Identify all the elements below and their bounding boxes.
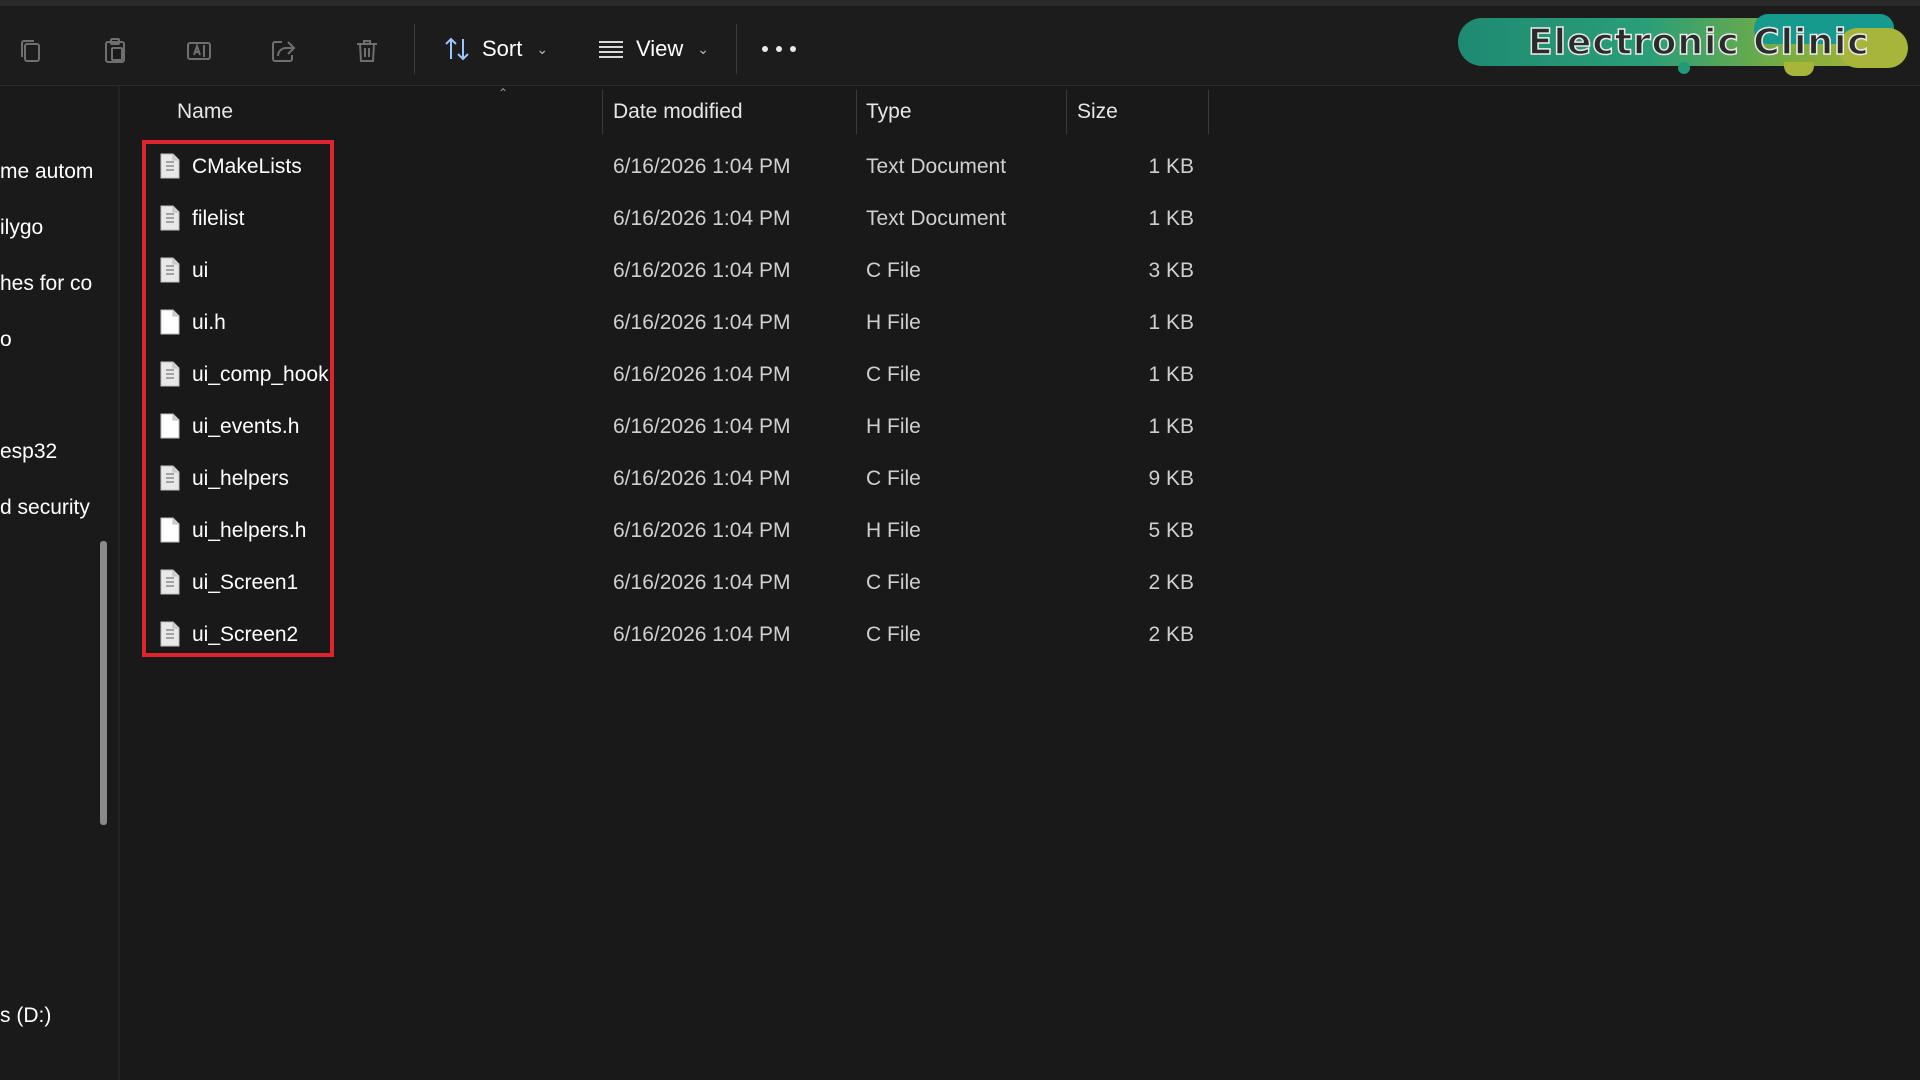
nav-item[interactable]: ilygo (0, 216, 43, 240)
file-size: 9 KB (1148, 467, 1194, 490)
file-type: C File (866, 571, 921, 594)
view-button[interactable]: View ⌄ (596, 32, 709, 66)
column-name[interactable]: Name (177, 100, 233, 124)
nav-item[interactable]: me autom (0, 160, 93, 184)
file-type: Text Document (866, 207, 1007, 230)
file-type: H File (866, 519, 921, 542)
column-date-modified[interactable]: Date modified (613, 100, 743, 124)
file-date-modified: 6/16/2026 1:04 PM (613, 519, 791, 542)
file-size: 1 KB (1148, 311, 1194, 334)
nav-item[interactable]: o (0, 328, 12, 352)
toolbar-divider (736, 24, 737, 74)
file-size: 2 KB (1148, 571, 1194, 594)
nav-item[interactable]: hes for co (0, 272, 92, 296)
nav-item[interactable]: d security (0, 496, 90, 520)
file-size: 1 KB (1148, 207, 1194, 230)
file-type: H File (866, 311, 921, 334)
rename-icon[interactable] (184, 36, 214, 66)
file-date-modified: 6/16/2026 1:04 PM (613, 155, 791, 178)
file-date-modified: 6/16/2026 1:04 PM (613, 259, 791, 282)
logo-text: Electronic Clinic (1527, 21, 1870, 64)
nav-item[interactable]: esp32 (0, 440, 57, 464)
column-divider[interactable] (1066, 90, 1067, 134)
file-date-modified: 6/16/2026 1:04 PM (613, 467, 791, 490)
chevron-down-icon: ⌄ (536, 40, 549, 57)
delete-icon[interactable] (352, 36, 382, 66)
more-options-icon[interactable] (762, 42, 796, 56)
navigation-pane: me autom ilygo hes for co o esp32 d secu… (0, 86, 120, 1080)
view-icon (599, 41, 623, 58)
sort-ascending-icon: ⌃ (498, 86, 509, 100)
file-type: C File (866, 467, 921, 490)
file-size: 3 KB (1148, 259, 1194, 282)
file-type: C File (866, 259, 921, 282)
toolbar-divider (414, 24, 415, 74)
file-date-modified: 6/16/2026 1:04 PM (613, 207, 791, 230)
highlight-box (142, 140, 334, 657)
sort-button[interactable]: Sort ⌄ (442, 32, 548, 66)
file-type: C File (866, 363, 921, 386)
file-size: 5 KB (1148, 519, 1194, 542)
copy-icon[interactable] (16, 36, 46, 66)
share-icon[interactable] (268, 36, 298, 66)
nav-item-drive[interactable]: s (D:) (0, 1004, 51, 1028)
chevron-down-icon: ⌄ (697, 40, 710, 57)
file-type: H File (866, 415, 921, 438)
sidebar-scrollbar[interactable] (100, 541, 107, 825)
file-date-modified: 6/16/2026 1:04 PM (613, 571, 791, 594)
column-size[interactable]: Size (1077, 100, 1118, 124)
file-date-modified: 6/16/2026 1:04 PM (613, 311, 791, 334)
file-size: 1 KB (1148, 363, 1194, 386)
column-divider[interactable] (1208, 90, 1209, 134)
file-size: 1 KB (1148, 155, 1194, 178)
file-date-modified: 6/16/2026 1:04 PM (613, 623, 791, 646)
paste-icon[interactable] (100, 36, 130, 66)
view-label: View (636, 36, 684, 61)
file-type: Text Document (866, 155, 1007, 178)
file-size: 2 KB (1148, 623, 1194, 646)
sort-label: Sort (482, 36, 523, 61)
column-divider[interactable] (602, 90, 603, 134)
file-date-modified: 6/16/2026 1:04 PM (613, 363, 791, 386)
sort-icon (445, 37, 469, 61)
column-header: ⌃ Name Date modified Type Size (122, 86, 1210, 134)
column-divider[interactable] (856, 90, 857, 134)
file-size: 1 KB (1148, 415, 1194, 438)
file-type: C File (866, 623, 921, 646)
file-date-modified: 6/16/2026 1:04 PM (613, 415, 791, 438)
channel-logo: Electronic Clinic (1458, 14, 1914, 76)
column-type[interactable]: Type (866, 100, 912, 124)
